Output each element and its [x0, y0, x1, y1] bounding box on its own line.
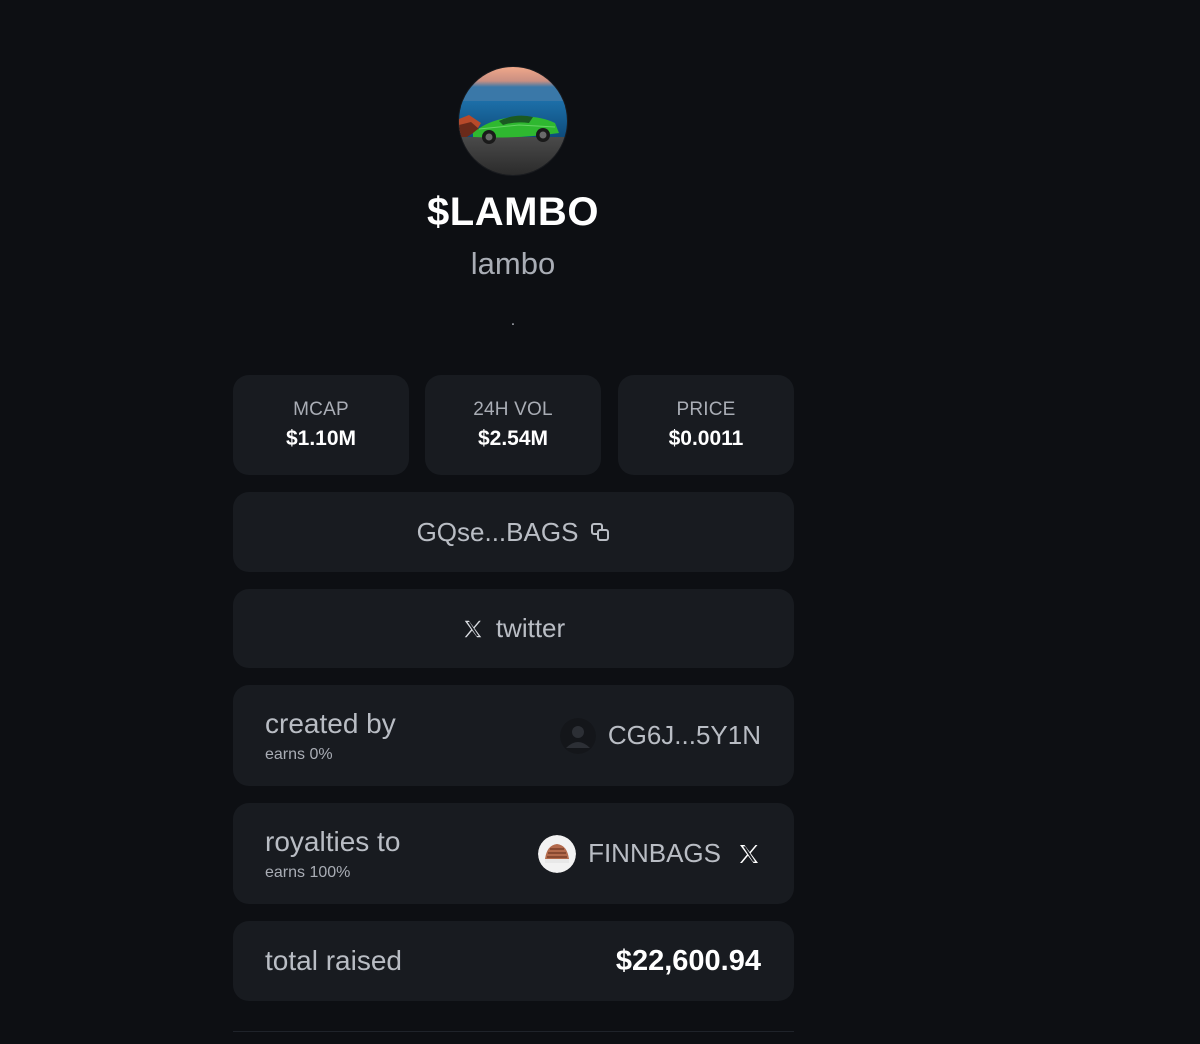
- stat-value: $1.10M: [285, 427, 357, 450]
- token-description: .: [510, 312, 516, 329]
- creator-title: created by: [265, 707, 396, 739]
- royalties-title: royalties to: [265, 825, 401, 857]
- twitter-label: twitter: [495, 613, 566, 643]
- total-raised-label: total raised: [265, 945, 402, 976]
- stat-label: 24H VOL: [473, 399, 553, 420]
- stat-label: MCAP: [293, 399, 349, 420]
- royalties-earns: earns 100%: [265, 863, 351, 881]
- stat-label: PRICE: [676, 399, 736, 420]
- contract-address-button[interactable]: GQse...BAGS: [233, 492, 794, 572]
- stat-value: $0.0011: [668, 427, 744, 450]
- mcap-stat-card: MCAP $1.10M: [233, 375, 409, 475]
- creator-profile-link[interactable]: CG6J...5Y1N: [559, 717, 761, 754]
- twitter-link[interactable]: twitter: [233, 589, 794, 668]
- user-avatar[interactable]: [538, 834, 577, 873]
- copy-icon[interactable]: [590, 522, 610, 542]
- creator-earns: earns 0%: [265, 745, 333, 763]
- x-logo-icon[interactable]: [737, 842, 761, 866]
- contract-address: GQse...BAGS: [416, 516, 579, 547]
- creator-username: CG6J...5Y1N: [607, 720, 761, 750]
- token-name: lambo: [470, 246, 556, 281]
- creator-card: created by earns 0% CG6J...5Y1N: [233, 685, 794, 786]
- price-stat-card: PRICE $0.0011: [618, 375, 794, 475]
- total-raised-card: total raised $22,600.94: [233, 921, 794, 1001]
- token-ticker: $LAMBO: [427, 190, 599, 234]
- royalties-username[interactable]: FINNBAGS: [588, 838, 721, 869]
- token-image: [459, 67, 567, 175]
- divider: [233, 1031, 794, 1032]
- volume-stat-card: 24H VOL $2.54M: [425, 375, 601, 475]
- token-page: $LAMBO lambo . MCAP $1.10M 24H VOL $2.54…: [0, 0, 1200, 1044]
- x-logo-icon: [462, 618, 484, 640]
- royalties-card: royalties to earns 100% FINNBAGS: [233, 803, 794, 904]
- total-raised-value: $22,600.94: [615, 944, 761, 977]
- default-user-avatar: [559, 717, 596, 754]
- stat-value: $2.54M: [477, 427, 549, 450]
